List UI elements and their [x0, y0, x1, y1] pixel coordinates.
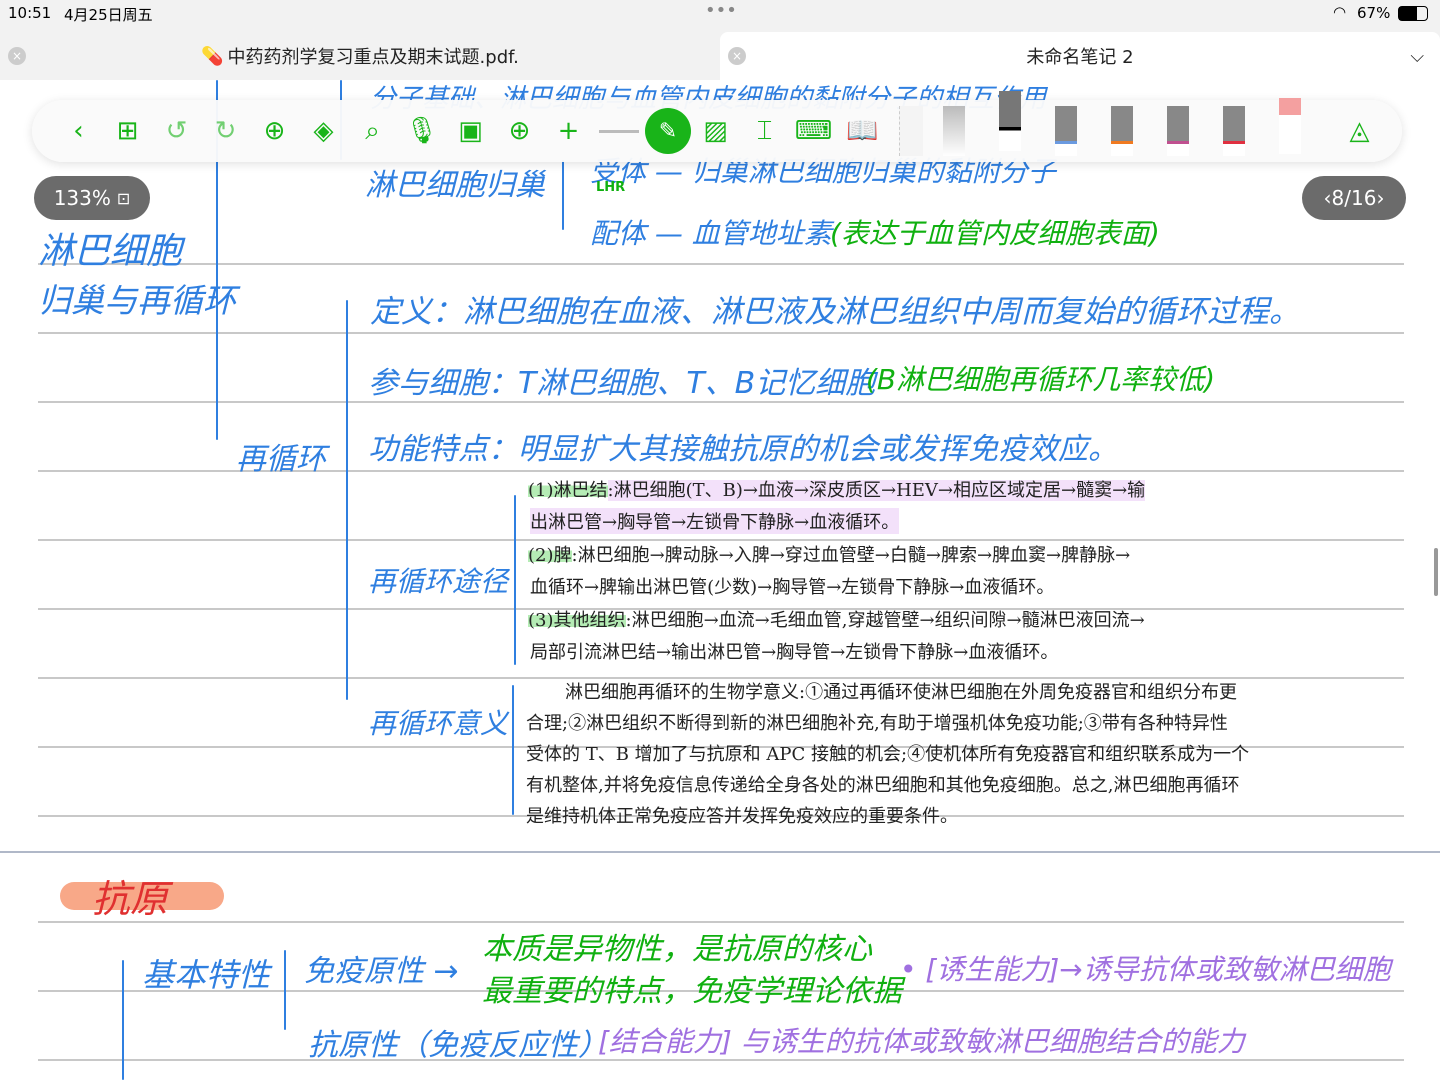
fountain-pen-tool[interactable]	[999, 91, 1021, 151]
note-text: [结合能力] 与诱生的抗体或致敏淋巴细胞结合的能力	[598, 1025, 1245, 1058]
pencil-tool[interactable]	[943, 106, 965, 156]
printed-text: 出淋巴管→胸导管→左锁骨下静脉→血液循环。	[530, 508, 900, 534]
search-icon[interactable]: ⌕	[348, 111, 397, 151]
battery-icon	[1398, 6, 1428, 21]
prev-page-icon[interactable]: ‹	[1324, 186, 1332, 210]
note-text: LHR	[596, 180, 626, 195]
undo-icon[interactable]: ↺	[152, 111, 201, 151]
tab-note[interactable]: × 未命名笔记 2 ⌵	[720, 32, 1440, 80]
printed-text: (3)其他组织	[528, 610, 626, 631]
note-text: (表达于血管内皮细胞表面)	[830, 217, 1160, 250]
close-icon[interactable]: ×	[728, 47, 746, 65]
note-text: 参与细胞：T淋巴细胞、T、B记忆细胞	[368, 366, 876, 401]
pen-orange-tool[interactable]	[1111, 106, 1133, 156]
note-text: 本质是异物性，是抗原的核心	[482, 932, 872, 967]
note-text: 基本特性	[142, 956, 271, 994]
printed-text: 淋巴细胞再循环的生物学意义:①通过再循环使淋巴细胞在外周免疫器官和组织分布更	[565, 682, 1238, 703]
eraser-tool[interactable]	[1279, 98, 1301, 154]
note-text: 最重要的特点，免疫学理论依据	[482, 974, 902, 1009]
tab-bar: × 💊 中药药剂学复习重点及期末试题.pdf. × 未命名笔记 2 ⌵	[0, 28, 1440, 80]
add-page-icon[interactable]: ⊕	[250, 111, 299, 151]
note-heading: 抗原	[92, 877, 169, 921]
page-number: 8/16	[1331, 186, 1377, 210]
note-text: 功能特点：明显扩大其接触抗原的机会或发挥免疫效应。	[368, 432, 1118, 467]
pen-magenta-tool[interactable]	[1167, 106, 1189, 156]
multitask-dots[interactable]: •••	[705, 0, 737, 21]
pill-icon: 💊	[201, 45, 224, 67]
note-text: 再循环途径	[368, 565, 509, 598]
note-text: 定义：淋巴细胞在血液、淋巴液及淋巴组织中周而复始的循环过程。	[370, 294, 1300, 330]
page-navigator[interactable]: ‹ 8/16 ›	[1302, 176, 1406, 220]
book-icon[interactable]: 📖	[838, 111, 887, 151]
microphone-icon[interactable]: 🎙	[397, 111, 446, 151]
lock-icon[interactable]: ⊡	[117, 189, 130, 208]
color-palette-icon[interactable]: ◬	[1335, 111, 1384, 151]
printed-text: (2)脾	[528, 545, 572, 566]
tab-title: 未命名笔记 2	[1026, 47, 1134, 68]
pen-red-tool[interactable]	[1223, 106, 1245, 156]
wifi-icon: ◠	[1333, 3, 1347, 21]
close-icon[interactable]: ×	[8, 47, 26, 65]
pen-blue-tool[interactable]	[1055, 106, 1077, 156]
ruler-tool[interactable]	[899, 106, 923, 156]
keyboard-icon[interactable]: ⌨	[789, 111, 838, 151]
page-divider	[0, 851, 1440, 853]
status-bar: 10:51 4月25日周五 ••• ◠ 67%	[0, 0, 1440, 28]
note-text: 配体 — 血管地址素	[590, 217, 832, 250]
scrollbar[interactable]	[1434, 548, 1438, 596]
note-text: 再循环	[236, 442, 326, 477]
tab-pdf[interactable]: × 💊 中药药剂学复习重点及期末试题.pdf.	[0, 32, 720, 80]
note-text: 免疫原性 →	[304, 954, 459, 989]
printed-text: :淋巴细胞→脾动脉→入脾→穿过血管壁→白髓→脾索→脾血窦→脾静脉→	[571, 545, 1131, 566]
printed-text: (1)淋巴结	[528, 480, 608, 501]
printed-text: 局部引流淋巴结→输出淋巴管→胸导管→左锁骨下静脉→血液循环。	[530, 642, 1059, 663]
printed-text: :淋巴细胞→血流→毛细血管,穿越管壁→组织间隙→髓淋巴液回流→	[625, 610, 1145, 631]
divider	[599, 129, 639, 133]
note-text: 淋巴细胞	[38, 231, 183, 272]
grid-icon[interactable]: ⊞	[103, 111, 152, 151]
note-text: • [诱生能力]→诱导抗体或致敏淋巴细胞	[900, 953, 1391, 986]
zoom-level: 133%	[53, 186, 111, 210]
media-icon[interactable]: ▣	[446, 111, 495, 151]
layers-icon[interactable]: ◈	[299, 111, 348, 151]
note-text: 再循环意义	[368, 707, 509, 740]
printed-text: 是维持机体正常免疫应答并发挥免疫效应的重要条件。	[526, 806, 958, 827]
pen-icon[interactable]: ✎	[645, 108, 691, 154]
printed-text: 有机整体,并将免疫信息传递给全身各处的淋巴细胞和其他免疫细胞。总之,淋巴细胞再循…	[526, 775, 1240, 796]
printed-text: :淋巴细胞(T、B)→血液→深皮质区→HEV→相应区域定居→髓窦→输	[607, 480, 1146, 501]
redo-icon[interactable]: ↻	[201, 111, 250, 151]
battery-level: 67%	[1357, 4, 1391, 22]
image-icon[interactable]: ▨	[691, 111, 740, 151]
printed-text: 合理;②淋巴组织不断得到新的淋巴细胞补充,有助于增强机体免疫功能;③带有各种特异…	[526, 713, 1228, 734]
note-text: (B淋巴细胞再循环几率较低)	[866, 363, 1216, 396]
globe-icon[interactable]: ⊕	[495, 111, 544, 151]
next-page-icon[interactable]: ›	[1376, 186, 1384, 210]
text-box-icon[interactable]: ⌶	[740, 111, 789, 151]
printed-text: 受体的 T、B 增加了与抗原和 APC 接触的机会;④使机体所有免疫器官和组织联…	[526, 744, 1250, 765]
tab-title: 中药药剂学复习重点及期末试题.pdf.	[227, 47, 519, 68]
chevron-down-icon[interactable]: ⌵	[1410, 46, 1424, 67]
date: 4月25日周五	[64, 6, 153, 24]
toolbar: ‹ ⊞ ↺ ↻ ⊕ ◈ ⌕ 🎙 ▣ ⊕ + ✎ ▨ ⌶ ⌨ 📖 ◬	[32, 91, 1402, 162]
note-text: 淋巴细胞归巢	[365, 168, 545, 203]
note-text: 归巢与再循环	[38, 281, 236, 320]
time: 10:51	[8, 4, 52, 22]
note-text: 抗原性（免疫反应性）	[308, 1028, 608, 1063]
zoom-indicator[interactable]: 133% ⊡	[34, 176, 150, 220]
plus-icon[interactable]: +	[544, 111, 593, 151]
back-icon[interactable]: ‹	[54, 111, 103, 151]
printed-text: 血循环→脾输出淋巴管(少数)→胸导管→左锁骨下静脉→血液循环。	[530, 577, 1055, 598]
